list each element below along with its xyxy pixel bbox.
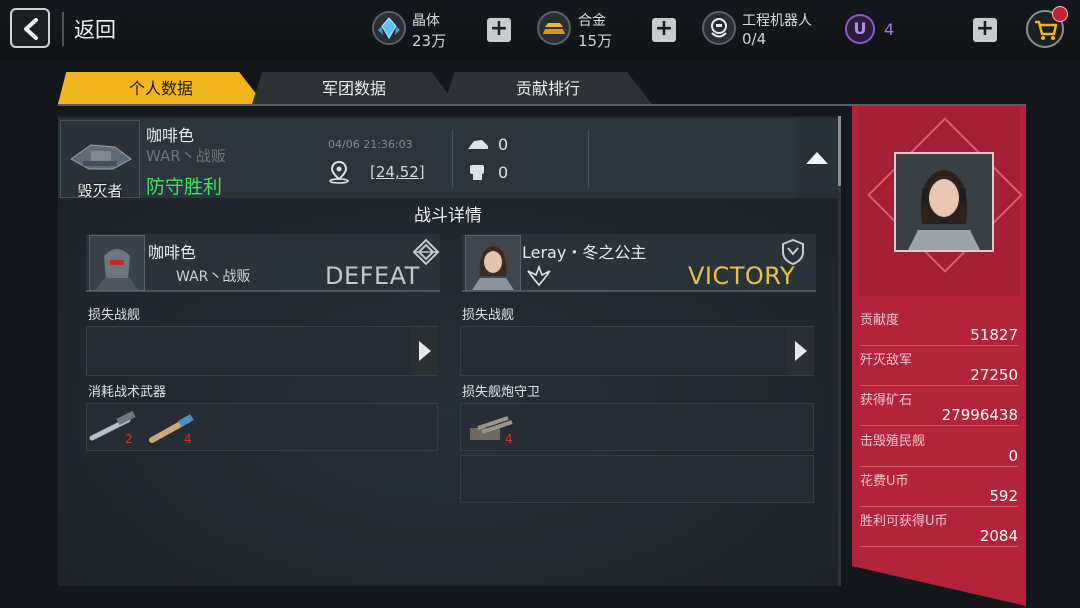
ship-loss-count: 0	[498, 135, 509, 154]
torpedo-count: 2	[125, 432, 133, 446]
alloy-icon	[537, 11, 571, 45]
defeat-label: DEFEAT	[325, 262, 420, 290]
weapons-used-label: 消耗战术武器	[88, 385, 167, 400]
ucoin-icon: U	[845, 14, 875, 44]
tab-contribution-ranking[interactable]: 贡献排行	[444, 72, 652, 104]
crystal-value: 23万	[412, 32, 447, 50]
triangle-right-icon	[419, 341, 431, 361]
stat-value-victory-ucoin: 2084	[979, 527, 1018, 545]
robot-value: 0/4	[742, 30, 767, 48]
back-button[interactable]	[10, 8, 50, 48]
stat-divider	[860, 546, 1018, 547]
battle-detail-title: 战斗详情	[414, 206, 482, 226]
add-alloy-button[interactable]: +	[652, 18, 676, 42]
tab-legion-data[interactable]: 军团数据	[252, 72, 456, 104]
chevron-left-icon	[24, 18, 38, 40]
turrets-lost-label: 损失舰炮守卫	[462, 385, 541, 400]
tab-personal-data[interactable]: 个人数据	[58, 72, 264, 104]
scrollbar-track[interactable]	[838, 116, 841, 586]
stat-divider	[860, 425, 1018, 426]
stat-divider	[860, 506, 1018, 507]
triangle-right-icon	[795, 341, 807, 361]
attacker-player-name: Leray・冬之公主	[522, 243, 647, 262]
scrollbar-thumb[interactable]	[838, 116, 841, 186]
robot-name: 工程机器人	[742, 13, 812, 29]
right-lost-ships-next-button[interactable]	[786, 327, 814, 375]
left-lost-ships-label: 损失战舰	[88, 308, 141, 323]
right-lost-ships-label: 损失战舰	[462, 308, 515, 323]
add-crystal-button[interactable]: +	[487, 18, 511, 42]
attacker-name: 咖啡色	[146, 126, 195, 145]
summary-divider-2	[588, 130, 589, 188]
rank-wings-icon	[527, 264, 551, 287]
crystal-icon	[372, 11, 406, 45]
alloy-name: 合金	[578, 13, 606, 29]
stat-divider	[860, 466, 1018, 467]
battle-result: 防守胜利	[146, 176, 223, 198]
location-pin-icon	[329, 160, 349, 184]
crystal-name: 晶体	[412, 13, 440, 29]
attacker-avatar[interactable]	[465, 235, 521, 291]
summary-divider	[452, 130, 453, 188]
notification-badge	[1052, 6, 1068, 22]
defender-guild: WAR丶战贩	[176, 269, 251, 285]
ship-loss-icon	[468, 140, 488, 149]
stat-value-ucoin-spent: 592	[989, 487, 1018, 505]
battle-coordinates-link[interactable]: [24,52]	[370, 163, 425, 181]
stat-value-enemies-destroyed: 27250	[970, 366, 1018, 384]
left-lost-ships-next-button[interactable]	[410, 327, 438, 375]
defender-name: 咖啡色	[148, 243, 197, 262]
triangle-up-icon	[806, 152, 828, 164]
defender-avatar[interactable]	[89, 235, 145, 291]
stat-value-contribution: 51827	[970, 326, 1018, 344]
attacker-guild: WAR丶战贩	[146, 147, 226, 165]
victory-label: VICTORY	[688, 262, 796, 290]
missile-count: 4	[184, 432, 192, 446]
turrets-lost-list-row-2	[460, 455, 814, 503]
turret-count: 4	[505, 432, 513, 446]
stat-divider	[860, 385, 1018, 386]
robot-icon	[702, 11, 736, 45]
collapse-button[interactable]	[796, 118, 838, 198]
top-divider	[62, 12, 64, 46]
add-ucoin-button[interactable]: +	[973, 18, 997, 42]
player-portrait	[894, 152, 994, 252]
fist-icon	[470, 165, 484, 180]
attack-count: 0	[498, 163, 509, 182]
back-label[interactable]: 返回	[74, 14, 116, 44]
right-lost-ships-list	[460, 326, 814, 376]
stat-value-ore-gained: 27996438	[941, 406, 1018, 424]
alloy-value: 15万	[578, 32, 613, 50]
left-lost-ships-list	[86, 326, 438, 376]
battle-time: 04/06 21:36:03	[328, 138, 413, 151]
stat-divider	[860, 345, 1018, 346]
ship-name: 毁灭者	[77, 182, 123, 200]
weapons-used-list	[86, 403, 438, 451]
ucoin-value: 4	[884, 20, 895, 39]
stat-value-colony-ships-destroyed: 0	[1008, 447, 1018, 465]
